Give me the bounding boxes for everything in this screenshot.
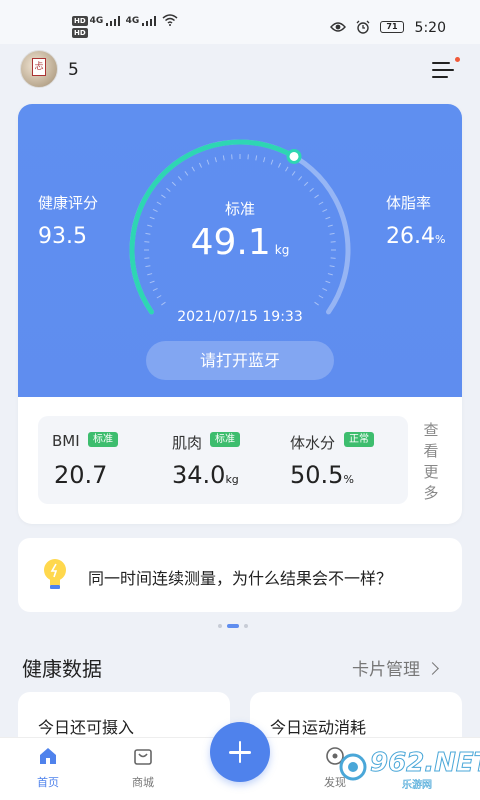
gauge-tick <box>184 171 189 176</box>
gauge-tick <box>214 157 217 163</box>
status-badge: 标准 <box>210 432 240 447</box>
signal-icon <box>106 16 122 26</box>
gauge-tick <box>152 288 158 292</box>
gauge-tick <box>298 176 303 181</box>
gauge-tick <box>177 176 182 181</box>
weight-readout: 49.1 kg <box>18 222 462 263</box>
nav-shop[interactable]: 商城 <box>113 738 173 798</box>
gauge-knob <box>286 148 302 164</box>
avatar[interactable]: 忐 <box>20 50 58 88</box>
gauge-tick <box>198 162 202 168</box>
see-more-link[interactable]: 查看更多 <box>422 420 440 504</box>
gauge-tick <box>325 280 331 284</box>
home-icon <box>40 748 56 764</box>
nav-home[interactable]: 首页 <box>18 738 78 798</box>
section-title: 健康数据 <box>22 657 102 681</box>
weight-panel: 健康评分 93.5 体脂率 26.4% 标准 49.1 kg 2021/07/15… <box>18 104 462 397</box>
body-metrics[interactable]: BMI 标准 20.7 肌肉 标准 34.0kg 体水分 正常 50.5% <box>38 416 408 504</box>
hd-badge: HD <box>72 16 88 26</box>
weight-card: 健康评分 93.5 体脂率 26.4% 标准 49.1 kg 2021/07/15… <box>18 104 462 524</box>
gauge-tick <box>149 280 155 284</box>
battery-icon: 71 <box>380 21 404 33</box>
shopping-bag-icon <box>134 749 152 765</box>
hd-badge: HD <box>72 28 88 38</box>
add-button[interactable] <box>210 722 270 782</box>
gauge-tick <box>314 301 319 306</box>
tip-banner[interactable]: 同一时间连续测量，为什么结果会不一样？ <box>18 538 462 612</box>
gauge-tick <box>222 155 225 161</box>
gauge-tick <box>322 288 328 292</box>
gauge-tick <box>278 162 282 168</box>
status-bar: HD 4G 4G HD 71 5:20 <box>0 0 480 44</box>
signal-indicators: HD 4G 4G HD <box>72 14 178 38</box>
notification-dot <box>455 57 460 62</box>
gauge-tick <box>147 273 153 276</box>
gauge-tick <box>156 295 162 299</box>
gauge-tick <box>303 181 309 187</box>
menu-button[interactable] <box>432 57 460 80</box>
card-manage-link[interactable]: 卡片管理 <box>352 655 437 680</box>
gauge-tick <box>329 265 335 268</box>
signal-icon <box>142 16 158 26</box>
watermark-logo-icon <box>339 753 367 781</box>
gauge-tick <box>255 155 258 161</box>
gauge-tick <box>327 273 333 276</box>
wifi-icon <box>162 14 178 26</box>
gauge-tick <box>285 166 289 172</box>
gauge-tick <box>145 265 151 268</box>
gauge-tick <box>171 181 177 187</box>
measure-datetime: 2021/07/15 19:33 <box>177 309 303 325</box>
status-badge: 标准 <box>88 432 118 447</box>
weight-unit: kg <box>274 243 290 257</box>
site-watermark: 962.NET 乐游网 <box>338 748 480 791</box>
gauge-tick <box>206 159 210 165</box>
gauge-tick <box>166 187 171 192</box>
gauge-tick <box>318 295 324 299</box>
status-time: 5:20 <box>414 20 446 36</box>
tip-text: 同一时间连续测量，为什么结果会不一样？ <box>88 569 393 588</box>
gauge-tick <box>161 301 166 306</box>
gauge-tick <box>270 159 274 165</box>
lightbulb-icon <box>44 559 66 589</box>
alarm-icon <box>356 20 370 34</box>
bluetooth-button[interactable]: 请打开蓝牙 <box>146 341 334 380</box>
gauge-tick <box>309 187 314 192</box>
status-badge: 正常 <box>344 432 374 447</box>
user-name[interactable]: 5 <box>68 60 79 80</box>
eye-icon <box>330 22 346 32</box>
gauge-tick <box>263 157 266 163</box>
weight-status: 标准 <box>224 200 255 218</box>
avatar-seal-icon: 忐 <box>32 58 46 76</box>
gauge-tick <box>191 166 195 172</box>
gauge-tick <box>291 171 296 176</box>
carousel-indicator <box>218 624 248 628</box>
weight-value: 49.1 <box>190 222 271 263</box>
